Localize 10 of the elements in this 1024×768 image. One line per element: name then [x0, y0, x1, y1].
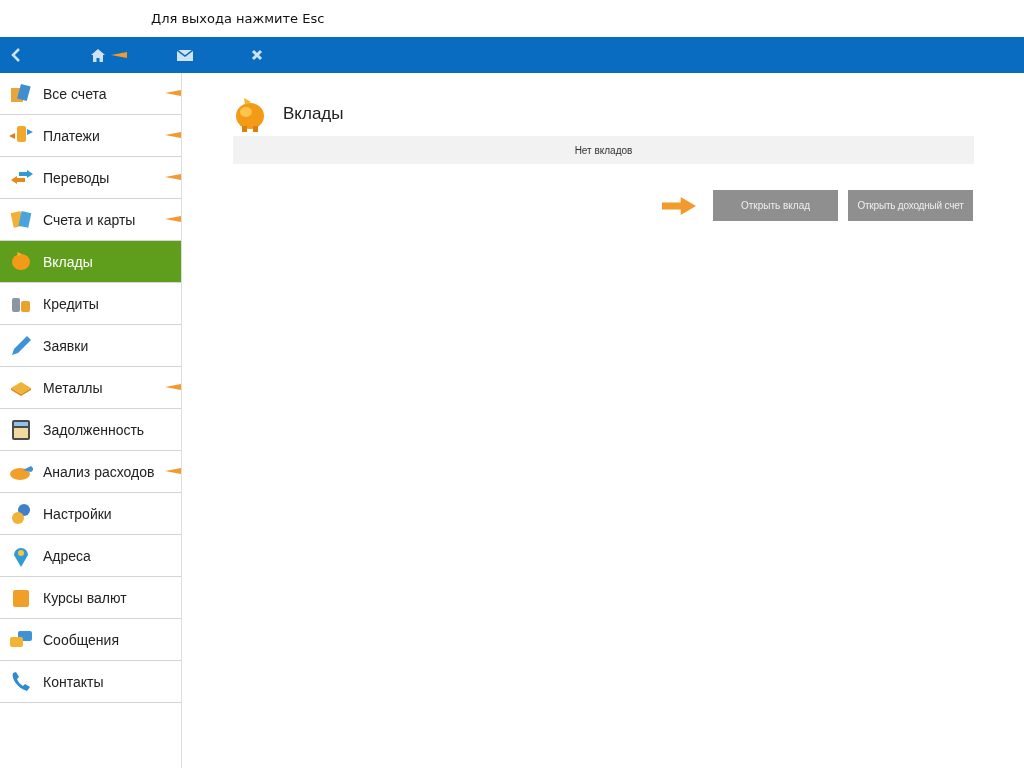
- calculator-icon: [9, 417, 33, 442]
- piggy-bank-icon: [233, 95, 267, 133]
- home-button[interactable]: [91, 48, 105, 62]
- mail-button[interactable]: [177, 49, 193, 61]
- pencil-icon: [9, 333, 33, 358]
- exit-hint: Для выхода нажмите Esc: [151, 11, 325, 26]
- back-button[interactable]: [11, 48, 21, 62]
- close-button[interactable]: [251, 49, 263, 61]
- empty-message: Нет вкладов: [574, 144, 633, 156]
- page-title: Вклады: [283, 104, 344, 124]
